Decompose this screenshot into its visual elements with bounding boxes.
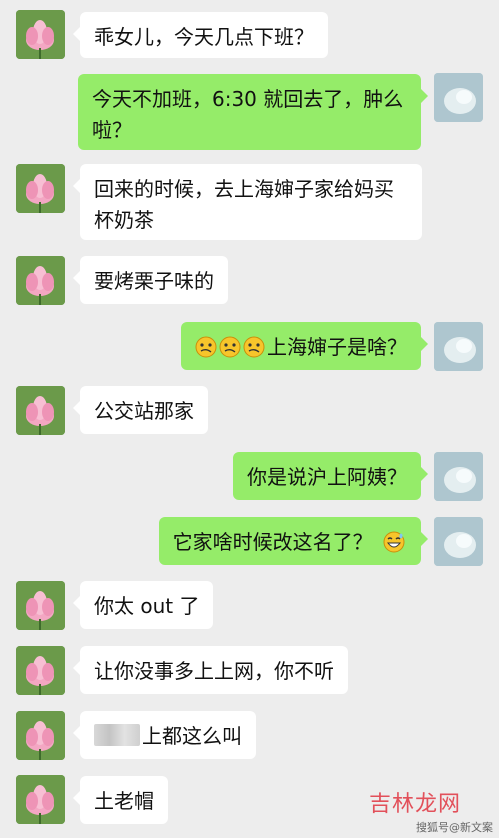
message-text: 土老帽 <box>94 789 154 813</box>
message-text: 上都这么叫 <box>142 724 242 748</box>
contact-avatar[interactable] <box>16 164 65 213</box>
message-text: 你是说沪上阿姨？ <box>247 465 407 489</box>
message-bubble-outgoing[interactable]: 你是说沪上阿姨？ <box>233 452 428 500</box>
message-text: 要烤栗子味的 <box>94 269 214 293</box>
redacted-text <box>94 724 140 746</box>
message-text: 今天不加班，6:30 就回去了，肿么啦？ <box>92 87 404 142</box>
contact-avatar[interactable] <box>16 386 65 435</box>
contact-avatar[interactable] <box>16 711 65 760</box>
message-bubble-incoming[interactable]: 要烤栗子味的 <box>73 256 228 304</box>
message-bubble-incoming[interactable]: 公交站那家 <box>73 386 208 434</box>
confused-face-icon <box>243 336 265 358</box>
message-bubble-outgoing[interactable]: 今天不加班，6:30 就回去了，肿么啦？ <box>78 74 428 150</box>
contact-avatar[interactable] <box>16 775 65 824</box>
message-text: 公交站那家 <box>94 399 194 423</box>
laughing-sweat-face-icon <box>383 531 405 553</box>
self-avatar[interactable] <box>434 73 483 122</box>
contact-avatar[interactable] <box>16 581 65 630</box>
message-bubble-incoming[interactable]: 你太 out 了 <box>72 581 214 629</box>
message-text: 上海婶子是啥？ <box>267 335 407 359</box>
message-bubble-incoming[interactable]: 土老帽 <box>73 776 168 824</box>
message-text: 它家啥时候改这名了？ <box>172 530 373 554</box>
message-bubble-outgoing[interactable]: 上海婶子是啥？ <box>181 322 428 370</box>
self-avatar[interactable] <box>434 322 483 371</box>
contact-avatar[interactable] <box>16 256 65 305</box>
message-bubble-incoming[interactable]: 让你没事多上上网，你不听 <box>73 646 348 694</box>
contact-avatar[interactable] <box>16 646 65 695</box>
message-bubble-incoming[interactable]: 乖女儿，今天几点下班？ <box>73 12 328 58</box>
confused-face-icon <box>219 336 241 358</box>
watermark-logo: 吉林龙网 <box>368 792 461 817</box>
message-bubble-incoming[interactable]: 回来的时候，去上海婶子家给妈买杯奶茶 <box>73 164 422 240</box>
watermark-source: 搜狐号@新文案 <box>416 821 493 834</box>
confused-face-icon <box>195 336 217 358</box>
self-avatar[interactable] <box>434 517 483 566</box>
message-bubble-outgoing[interactable]: 它家啥时候改这名了？ <box>158 517 429 565</box>
message-text: 你太 out 了 <box>94 594 200 618</box>
message-text: 乖女儿，今天几点下班？ <box>94 25 314 49</box>
self-avatar[interactable] <box>434 452 483 501</box>
message-text: 回来的时候，去上海婶子家给妈买杯奶茶 <box>94 177 394 232</box>
message-bubble-incoming[interactable]: 上都这么叫 <box>73 711 256 759</box>
message-text: 让你没事多上上网，你不听 <box>94 659 334 683</box>
contact-avatar[interactable] <box>16 10 65 59</box>
